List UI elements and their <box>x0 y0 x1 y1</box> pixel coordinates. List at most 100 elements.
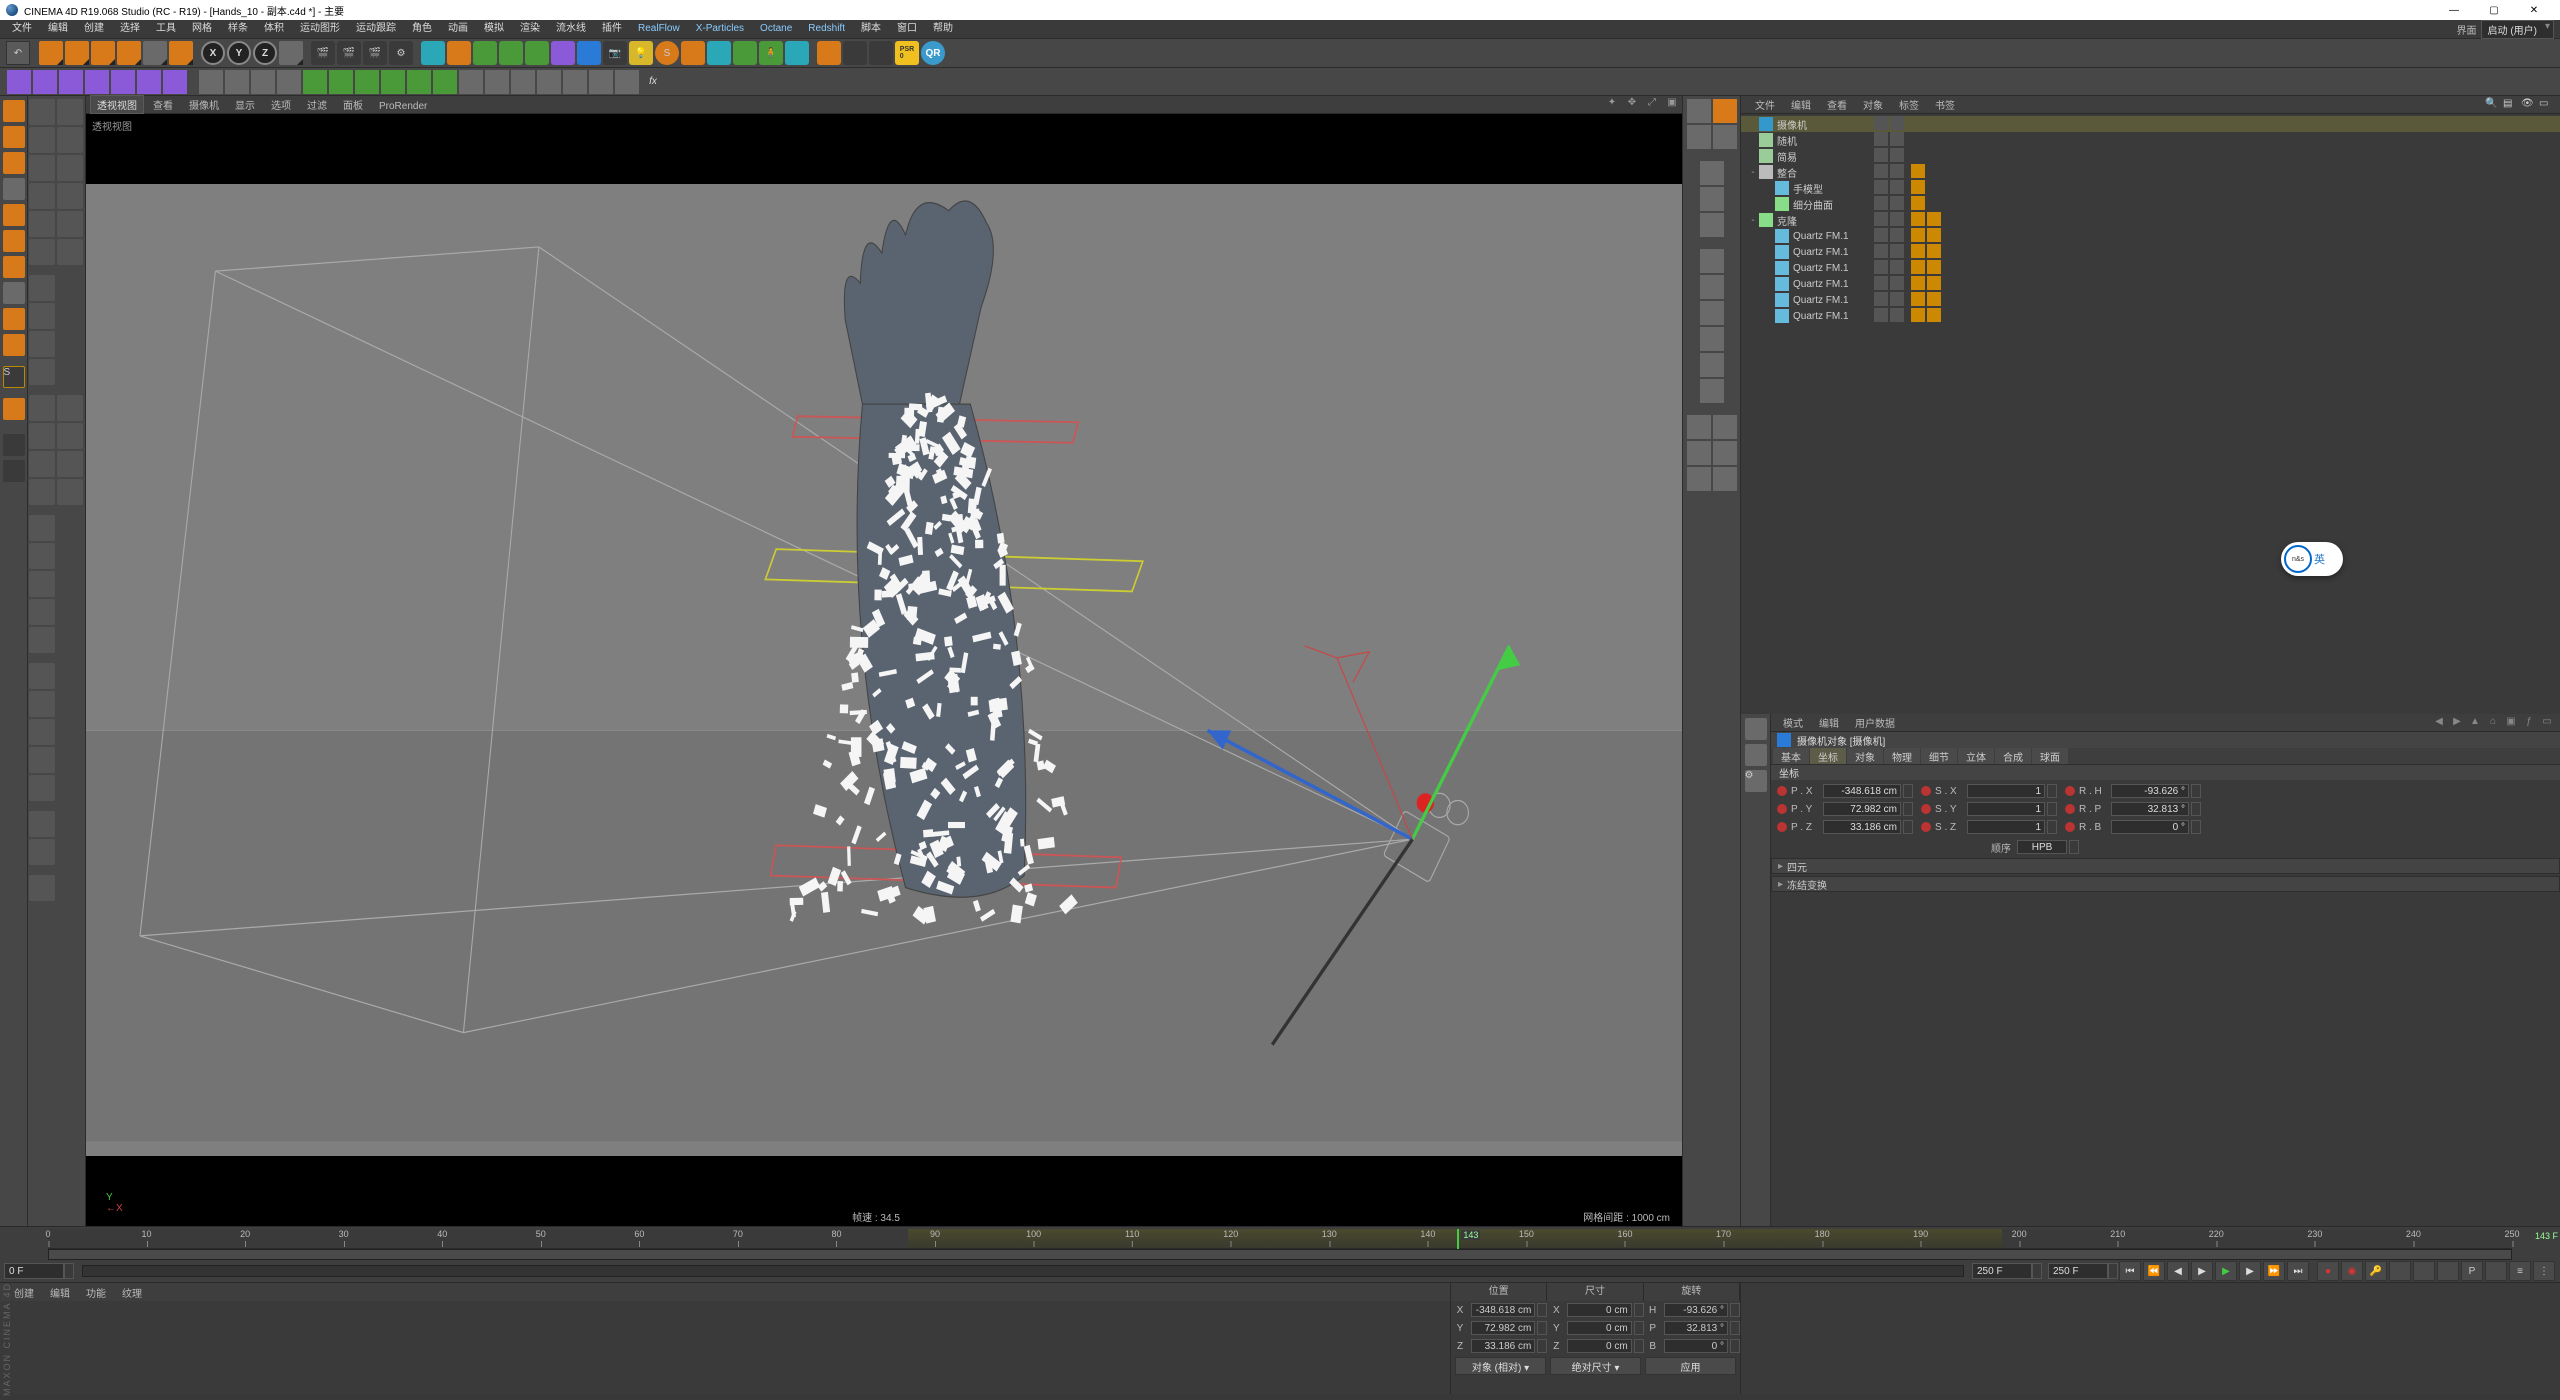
vp-nav-icon[interactable]: ✦ <box>1603 97 1621 113</box>
y-axis-toggle[interactable]: Y <box>227 41 251 65</box>
attr-subtab-细节[interactable]: 细节 <box>1921 748 1957 765</box>
vp-menu-显示[interactable]: 显示 <box>227 101 263 112</box>
project-end-field[interactable]: 250 F <box>2048 1263 2108 1279</box>
minimize-button[interactable]: — <box>2434 0 2474 20</box>
attr-subtab-对象[interactable]: 对象 <box>1847 748 1883 765</box>
cmd-3[interactable] <box>29 127 55 153</box>
material-manager[interactable]: 创建编辑功能纹理 <box>0 1283 1450 1394</box>
next-frame-button[interactable]: ▶ <box>2239 1261 2261 1281</box>
cmd-28[interactable] <box>29 599 55 625</box>
menu-流水线[interactable]: 流水线 <box>548 23 594 34</box>
rt-17[interactable] <box>1713 441 1737 465</box>
cmd-31[interactable] <box>29 691 55 717</box>
coord-spinner[interactable] <box>1537 1321 1547 1335</box>
move-tool[interactable] <box>65 41 89 65</box>
attr-freeze-section[interactable]: 冻结变换 <box>1771 876 2560 892</box>
om-item[interactable]: Quartz FM.1 <box>1741 292 2560 308</box>
attr-subtab-基本[interactable]: 基本 <box>1773 748 1809 765</box>
vis-render-icon[interactable] <box>1890 164 1904 178</box>
cmd-34[interactable] <box>29 775 55 801</box>
menu-文件[interactable]: 文件 <box>4 23 40 34</box>
vis-editor-icon[interactable] <box>1874 196 1888 210</box>
menu-体积[interactable]: 体积 <box>256 23 292 34</box>
last-tool[interactable] <box>143 41 167 65</box>
cmd-36[interactable] <box>29 839 55 865</box>
rt-3[interactable] <box>1687 125 1711 149</box>
menu-Redshift[interactable]: Redshift <box>800 23 853 34</box>
coord-spinner[interactable] <box>1730 1321 1740 1335</box>
vp-menu-查看[interactable]: 查看 <box>145 101 181 112</box>
om-tab-查看[interactable]: 查看 <box>1819 101 1855 112</box>
attr-spinner[interactable] <box>2047 784 2057 798</box>
text-mograph-icon[interactable] <box>137 70 161 94</box>
attr-input[interactable]: 33.186 cm <box>1823 820 1901 834</box>
pla-key-button[interactable] <box>2485 1261 2507 1281</box>
om-item[interactable]: 摄像机 <box>1741 116 2560 132</box>
render-region-icon[interactable]: 🎬 <box>337 41 361 65</box>
phong-tag-icon[interactable] <box>1911 276 1925 290</box>
menu-网格[interactable]: 网格 <box>184 23 220 34</box>
play-fwd-button[interactable]: ▶ <box>2215 1261 2237 1281</box>
mat-tab-纹理[interactable]: 纹理 <box>114 1285 150 1300</box>
vis-editor-icon[interactable] <box>1874 244 1888 258</box>
phong-tag-icon[interactable] <box>1911 212 1925 226</box>
vis-editor-icon[interactable] <box>1874 212 1888 226</box>
vis-editor-icon[interactable] <box>1874 148 1888 162</box>
coord-spinner[interactable] <box>1537 1339 1547 1353</box>
rt-14[interactable] <box>1687 415 1711 439</box>
viewport-3d[interactable]: 透视视图 <box>86 114 1682 1226</box>
psr-icon[interactable]: PSR0 <box>895 41 919 65</box>
attr-fwd-icon[interactable]: ▶ <box>2448 716 2466 730</box>
inherit-eff-icon[interactable] <box>277 70 301 94</box>
vis-editor-icon[interactable] <box>1874 116 1888 130</box>
vis-render-icon[interactable] <box>1890 276 1904 290</box>
phong-tag-icon[interactable] <box>1911 164 1925 178</box>
phong-tag-icon[interactable] <box>1911 292 1925 306</box>
powerslider[interactable] <box>82 1265 1964 1277</box>
close-button[interactable]: ✕ <box>2514 0 2554 20</box>
cmd-32[interactable] <box>29 719 55 745</box>
x-axis-toggle[interactable]: X <box>201 41 225 65</box>
om-item[interactable]: -克隆 <box>1741 212 2560 228</box>
anim-dot-icon[interactable] <box>1777 804 1787 814</box>
attr-tab-用户数据[interactable]: 用户数据 <box>1847 719 1903 730</box>
tracer-icon[interactable] <box>163 70 187 94</box>
phong-tag-icon[interactable] <box>1911 228 1925 242</box>
extrude-icon[interactable] <box>525 41 549 65</box>
texture-mode[interactable] <box>3 256 25 278</box>
model-mode[interactable] <box>3 100 25 122</box>
scale-key-button[interactable] <box>2413 1261 2435 1281</box>
menu-RealFlow[interactable]: RealFlow <box>630 23 688 34</box>
rt-18[interactable] <box>1687 467 1711 491</box>
coord-input[interactable]: -93.626 ° <box>1664 1303 1728 1317</box>
timeline-icon[interactable] <box>817 41 841 65</box>
mat-tab-功能[interactable]: 功能 <box>78 1285 114 1300</box>
voronoi-icon[interactable] <box>85 70 109 94</box>
coord-system[interactable] <box>279 41 303 65</box>
cmd-29[interactable] <box>29 627 55 653</box>
vis-render-icon[interactable] <box>1890 228 1904 242</box>
anim-dot-icon[interactable] <box>2065 822 2075 832</box>
cmd-6[interactable] <box>57 155 83 181</box>
instance-icon[interactable] <box>111 70 135 94</box>
menu-脚本[interactable]: 脚本 <box>853 23 889 34</box>
pen-spline-icon[interactable] <box>447 41 471 65</box>
vp-menu-面板[interactable]: 面板 <box>335 101 371 112</box>
om-flat-icon[interactable]: ▭ <box>2539 98 2555 112</box>
record-key-button[interactable]: ● <box>2317 1261 2339 1281</box>
push-eff-icon[interactable] <box>303 70 327 94</box>
om-filter-icon[interactable]: ▤ <box>2503 98 2519 112</box>
coords-mgr-icon[interactable] <box>869 41 893 65</box>
live-select-tool[interactable] <box>39 41 63 65</box>
menu-模拟[interactable]: 模拟 <box>476 23 512 34</box>
menu-动画[interactable]: 动画 <box>440 23 476 34</box>
rt-11[interactable] <box>1700 327 1724 351</box>
cmd-4[interactable] <box>57 127 83 153</box>
reeffector-icon[interactable] <box>381 70 405 94</box>
tex-tag-icon[interactable] <box>1927 260 1941 274</box>
environment-icon[interactable] <box>577 41 601 65</box>
vp-menu-摄像机[interactable]: 摄像机 <box>181 101 227 112</box>
menu-运动跟踪[interactable]: 运动跟踪 <box>348 23 404 34</box>
attr-input[interactable]: 0 ° <box>2111 820 2189 834</box>
spline-eff-icon[interactable] <box>459 70 483 94</box>
